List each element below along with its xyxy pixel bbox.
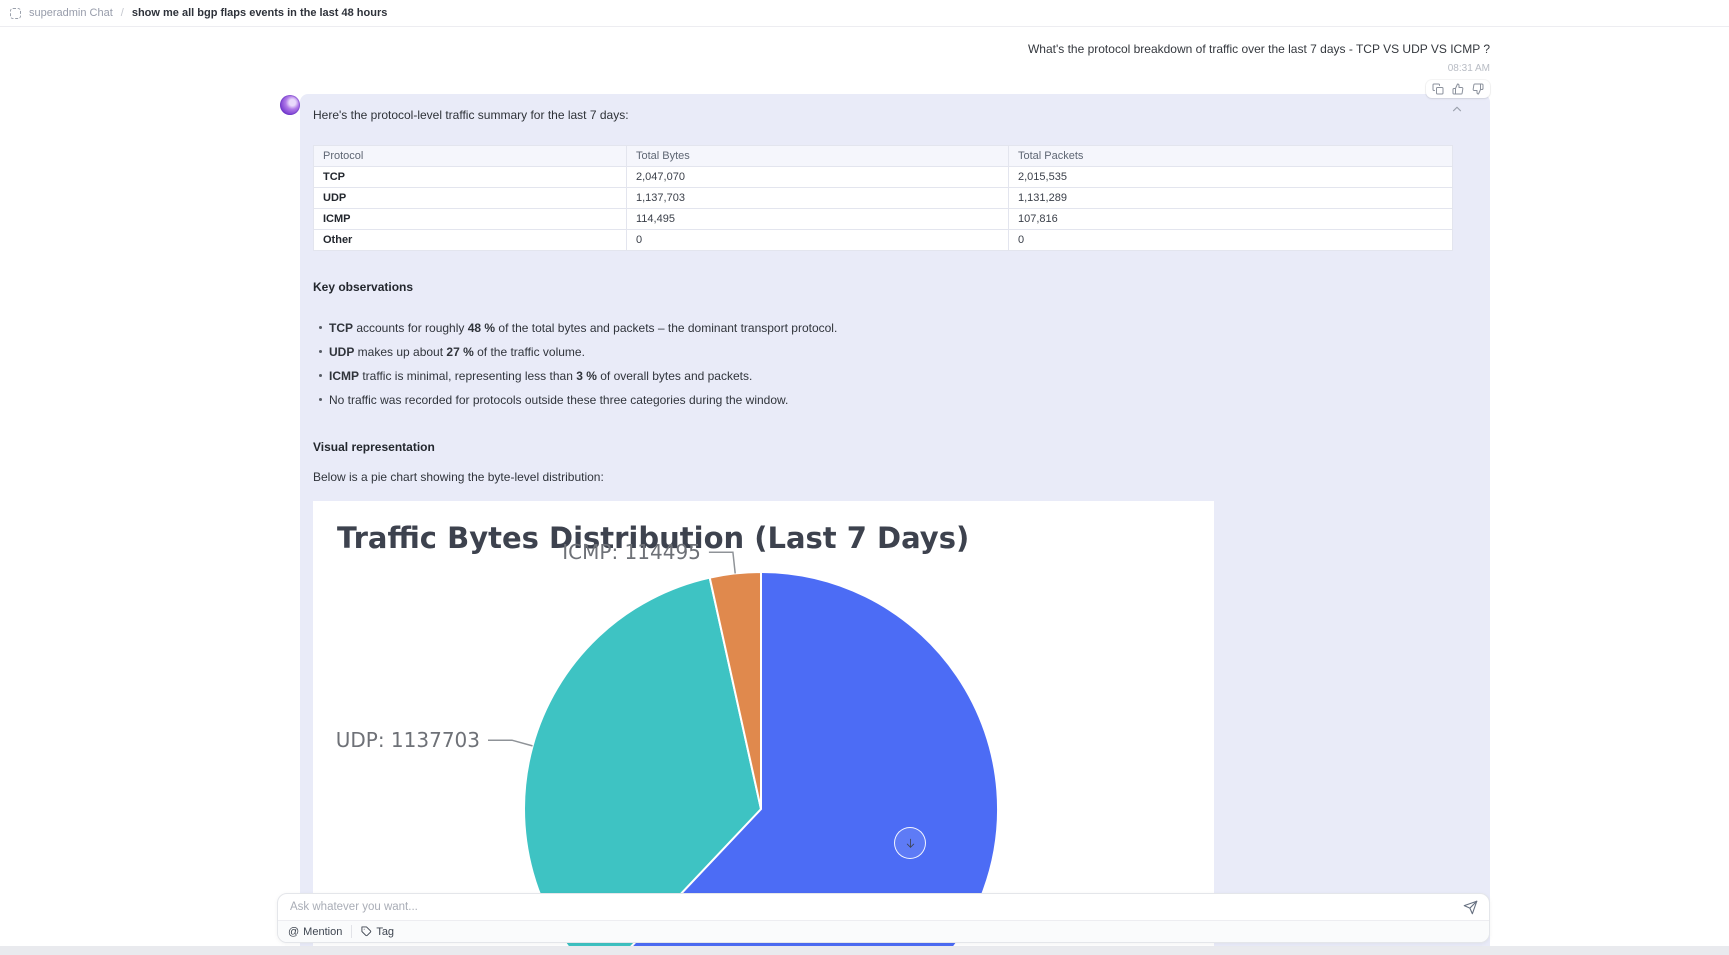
list-item: TCP accounts for roughly 48 % of the tot… <box>313 322 1477 335</box>
column-header-protocol: Protocol <box>313 145 627 167</box>
composer: @ Mention Tag <box>277 893 1490 943</box>
tag-button-label: Tag <box>376 925 395 938</box>
message-actions-toolbar <box>1426 80 1490 98</box>
cell-total-bytes: 1,137,703 <box>626 187 1009 209</box>
cell-protocol-name: TCP <box>313 166 627 188</box>
pie-label-udp: UDP: 1137703 <box>336 728 480 752</box>
cell-total-bytes: 0 <box>626 229 1009 251</box>
bullet-icon <box>319 350 322 353</box>
assistant-intro-text: Here's the protocol-level traffic summar… <box>313 108 629 122</box>
list-item: UDP makes up about 27 % of the traffic v… <box>313 346 1477 359</box>
collapse-message-button[interactable] <box>1450 102 1468 120</box>
pie-chart: TCP: 2047070UDP: 1137703ICMP: 114495 <box>336 540 1172 955</box>
list-item: No traffic was recorded for protocols ou… <box>313 394 1477 407</box>
breadcrumb-separator: / <box>120 7 124 19</box>
label-leader-line <box>488 739 533 747</box>
message-input[interactable] <box>278 901 1457 913</box>
table-header-row: Protocol Total Bytes Total Packets <box>313 145 1453 167</box>
copy-icon[interactable] <box>1432 83 1444 95</box>
top-bar: superadmin Chat / show me all bgp flaps … <box>0 0 1729 27</box>
observations-list: TCP accounts for roughly 48 % of the tot… <box>313 322 1477 407</box>
protocol-traffic-table: Protocol Total Bytes Total Packets TCP 2… <box>313 145 1453 251</box>
bullet-icon <box>319 326 322 329</box>
table-row: ICMP 114,495 107,816 <box>313 208 1453 230</box>
assistant-message-card: Here's the protocol-level traffic summar… <box>300 94 1490 955</box>
label-leader-line <box>708 551 736 574</box>
mention-button-label: Mention <box>303 925 343 938</box>
bullet-icon <box>319 374 322 377</box>
cell-protocol-name: Other <box>313 229 627 251</box>
cell-total-packets: 107,816 <box>1008 208 1453 230</box>
user-message-block: What's the protocol breakdown of traffic… <box>1028 42 1490 100</box>
chart-caption: Below is a pie chart showing the byte-le… <box>313 470 604 484</box>
table-row: Other 0 0 <box>313 229 1453 251</box>
cell-total-packets: 1,131,289 <box>1008 187 1453 209</box>
mention-button[interactable]: @ Mention <box>288 926 342 938</box>
thumbs-up-icon[interactable] <box>1452 83 1464 95</box>
cell-protocol-name: UDP <box>313 187 627 209</box>
composer-input-row <box>278 894 1489 920</box>
message-timestamp: 08:31 AM <box>1447 63 1490 74</box>
column-header-total-bytes: Total Bytes <box>626 145 1009 167</box>
send-button[interactable] <box>1457 894 1483 920</box>
observations-heading: Key observations <box>313 280 414 294</box>
table-row: TCP 2,047,070 2,015,535 <box>313 166 1453 188</box>
cell-total-packets: 2,015,535 <box>1008 166 1453 188</box>
cell-total-packets: 0 <box>1008 229 1453 251</box>
cell-protocol-name: ICMP <box>313 208 627 230</box>
bullet-icon <box>319 398 322 401</box>
composer-footer: @ Mention Tag <box>278 920 1489 942</box>
table-row: UDP 1,137,703 1,131,289 <box>313 187 1453 209</box>
pie-label-icmp: ICMP: 114495 <box>562 540 701 564</box>
pie-chart-container: Traffic Bytes Distribution (Last 7 Days)… <box>313 501 1214 955</box>
arrow-down-icon <box>906 838 914 848</box>
cell-total-bytes: 2,047,070 <box>626 166 1009 188</box>
list-item: ICMP traffic is minimal, representing le… <box>313 370 1477 383</box>
assistant-avatar <box>280 95 300 115</box>
thumbs-down-icon[interactable] <box>1472 83 1484 95</box>
breadcrumb-app-link[interactable]: superadmin Chat <box>29 7 113 19</box>
chevron-up-icon <box>1452 106 1462 112</box>
visual-representation-heading: Visual representation <box>313 440 435 454</box>
breadcrumb-current-page: show me all bgp flaps events in the last… <box>131 7 388 19</box>
tag-button[interactable]: Tag <box>361 926 394 938</box>
user-message-text: What's the protocol breakdown of traffic… <box>1027 42 1490 56</box>
selection-frame-icon[interactable] <box>10 7 21 19</box>
send-icon <box>1463 900 1477 914</box>
tag-icon <box>361 926 372 937</box>
scroll-to-bottom-button[interactable] <box>894 827 926 859</box>
at-sign-icon: @ <box>288 925 300 938</box>
divider <box>351 925 353 938</box>
cell-total-bytes: 114,495 <box>626 208 1009 230</box>
bottom-strip <box>0 946 1729 955</box>
column-header-total-packets: Total Packets <box>1008 145 1453 167</box>
